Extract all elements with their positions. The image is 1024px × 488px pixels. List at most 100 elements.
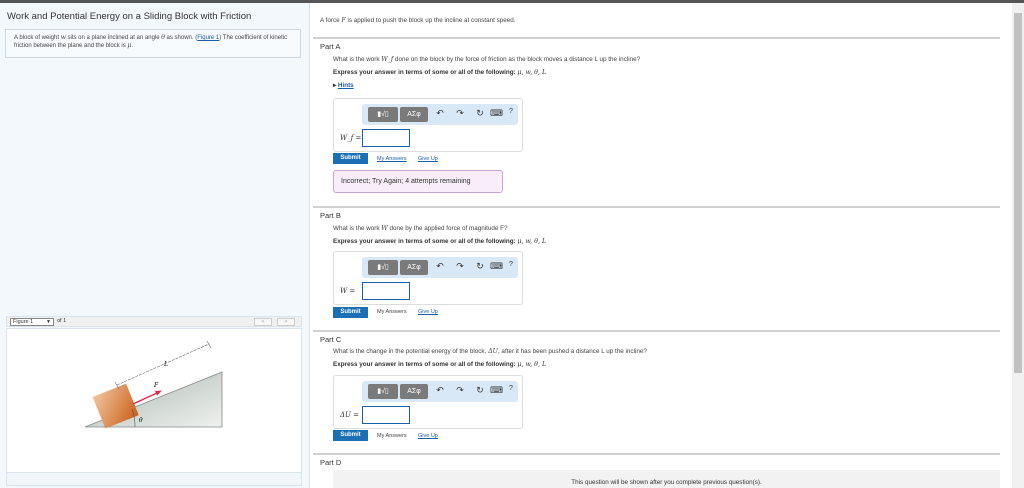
problem-statement: A force F is applied to push the block u… [320,17,516,24]
prev-figure-button[interactable]: < [254,318,272,326]
answer-label: ΔU = [340,411,360,419]
help-icon[interactable]: ? [505,108,517,115]
reset-icon[interactable]: ↻ [474,385,486,396]
redo-icon[interactable]: ↷ [454,385,466,396]
figure-select[interactable]: Figure 1 ▼ [10,318,54,326]
keyboard-icon[interactable]: ⌨ [490,261,503,272]
figure-link[interactable]: Figure 1 [197,35,219,41]
part-a-question: What is the work W_f done on the block b… [333,56,640,63]
part-b-answer-box: ▮√▯ ΑΣφ ↶ ↷ ↻ ⌨ ? W = [333,251,523,305]
hints-link[interactable]: Hints [338,82,354,89]
q-text: done by the applied force of magnitude F… [387,225,508,232]
figure-panel: F L θ [6,328,302,478]
force-arrowhead [155,390,162,396]
part-d-heading: Part D [320,458,342,467]
part-c-heading: Part C [320,335,342,344]
incline-figure: F L θ [84,340,223,429]
templates-button[interactable]: ▮√▯ [368,260,398,275]
statement-text: is applied to push the block up the incl… [345,17,516,24]
length-dimension [116,343,210,386]
part-a-instructions: Express your answer in terms of some or … [333,69,546,76]
part-a-submit-button[interactable]: Submit [333,153,368,164]
q-var: W_f [381,56,394,63]
part-a-my-answers-link[interactable]: My Answers [377,156,407,162]
q-text: done on the block by the force of fricti… [393,56,641,63]
figure-toolbar: Figure 1 ▼ of 1 < > [6,316,302,327]
intro-text: A block of weight [14,35,61,41]
hints-toggle[interactable]: ▸ Hints [333,82,354,89]
redo-icon[interactable]: ↷ [454,108,466,119]
undo-icon[interactable]: ↶ [434,385,446,396]
figure-footer [6,472,302,486]
q-text: What is the change in the potential ener… [333,348,489,355]
undo-icon[interactable]: ↶ [434,261,446,272]
chevron-down-icon: ▼ [46,319,51,325]
reset-icon[interactable]: ↻ [474,108,486,119]
part-b-question: What is the work W done by the applied f… [333,225,508,232]
part-a-heading: Part A [320,42,341,51]
statement-text: A force [320,17,342,24]
redo-icon[interactable]: ↷ [454,261,466,272]
part-d-locked-message: This question will be shown after you co… [333,470,1000,488]
feedback-incorrect: Incorrect; Try Again; 4 attempts remaini… [333,170,503,193]
problem-intro: A block of weight w sits on a plane incl… [5,29,301,58]
q-text: What is the work [333,225,382,232]
angle-label: θ [139,417,143,424]
part-c-submit-button[interactable]: Submit [333,430,368,441]
math-toolbar: ▮√▯ ΑΣφ ↶ ↷ ↻ ⌨ ? [362,104,518,125]
answer-label: W = [340,287,356,295]
length-label: L [163,361,168,368]
keyboard-icon[interactable]: ⌨ [490,385,503,396]
q-var: ΔU [488,348,498,355]
express-text: Express your answer in terms of some or … [333,238,518,245]
reset-icon[interactable]: ↻ [474,261,486,272]
answer-label: W_f = [340,134,362,142]
divider [313,206,1000,208]
greek-button[interactable]: ΑΣφ [400,260,428,275]
express-text: Express your answer in terms of some or … [333,69,518,76]
intro-text: sits on a plane inclined at an angle [65,35,162,41]
next-figure-button[interactable]: > [277,318,295,326]
templates-button[interactable]: ▮√▯ [368,107,398,122]
intro-text: as shown. ( [164,35,198,41]
part-a-answer-box: ▮√▯ ΑΣφ ↶ ↷ ↻ ⌨ ? W_f = [333,98,523,152]
express-vars: μ, w, θ, L [517,238,547,245]
keyboard-icon[interactable]: ⌨ [490,108,503,119]
math-toolbar: ▮√▯ ΑΣφ ↶ ↷ ↻ ⌨ ? [362,381,518,402]
divider [313,453,1000,455]
divider [313,37,1000,39]
q-text: , after it has been pushed a distance L … [497,348,647,355]
divider [313,330,1000,332]
greek-button[interactable]: ΑΣφ [400,107,428,122]
force-label: F [153,382,159,389]
part-c-question: What is the change in the potential ener… [333,348,647,355]
undo-icon[interactable]: ↶ [434,108,446,119]
part-c-answer-input[interactable] [362,406,410,424]
part-b-give-up-link[interactable]: Give Up [418,309,438,315]
part-c-my-answers: My Answers [377,433,407,439]
templates-button[interactable]: ▮√▯ [368,384,398,399]
dimension-tick [206,340,212,349]
part-b-answer-input[interactable] [362,282,410,300]
part-b-submit-button[interactable]: Submit [333,307,368,318]
intro-text: . [131,43,133,49]
math-toolbar: ▮√▯ ΑΣφ ↶ ↷ ↻ ⌨ ? [362,257,518,278]
scrollbar[interactable] [1012,3,1024,488]
express-text: Express your answer in terms of some or … [333,361,518,368]
express-vars: μ, w, θ, L [517,69,547,76]
problem-title: Work and Potential Energy on a Sliding B… [7,11,252,22]
help-icon[interactable]: ? [505,261,517,268]
part-a-give-up-link[interactable]: Give Up [418,156,438,162]
help-icon[interactable]: ? [505,385,517,392]
figure-select-value: Figure 1 [13,319,34,325]
part-b-instructions: Express your answer in terms of some or … [333,238,546,245]
part-b-heading: Part B [320,211,341,220]
scrollbar-thumb[interactable] [1014,13,1022,373]
part-c-give-up-link[interactable]: Give Up [418,433,438,439]
part-c-answer-box: ▮√▯ ΑΣφ ↶ ↷ ↻ ⌨ ? ΔU = [333,375,523,429]
q-text: What is the work [333,56,382,63]
express-vars: μ, w, θ, L [517,361,547,368]
part-a-answer-input[interactable] [362,129,410,147]
part-c-instructions: Express your answer in terms of some or … [333,361,546,368]
greek-button[interactable]: ΑΣφ [400,384,428,399]
